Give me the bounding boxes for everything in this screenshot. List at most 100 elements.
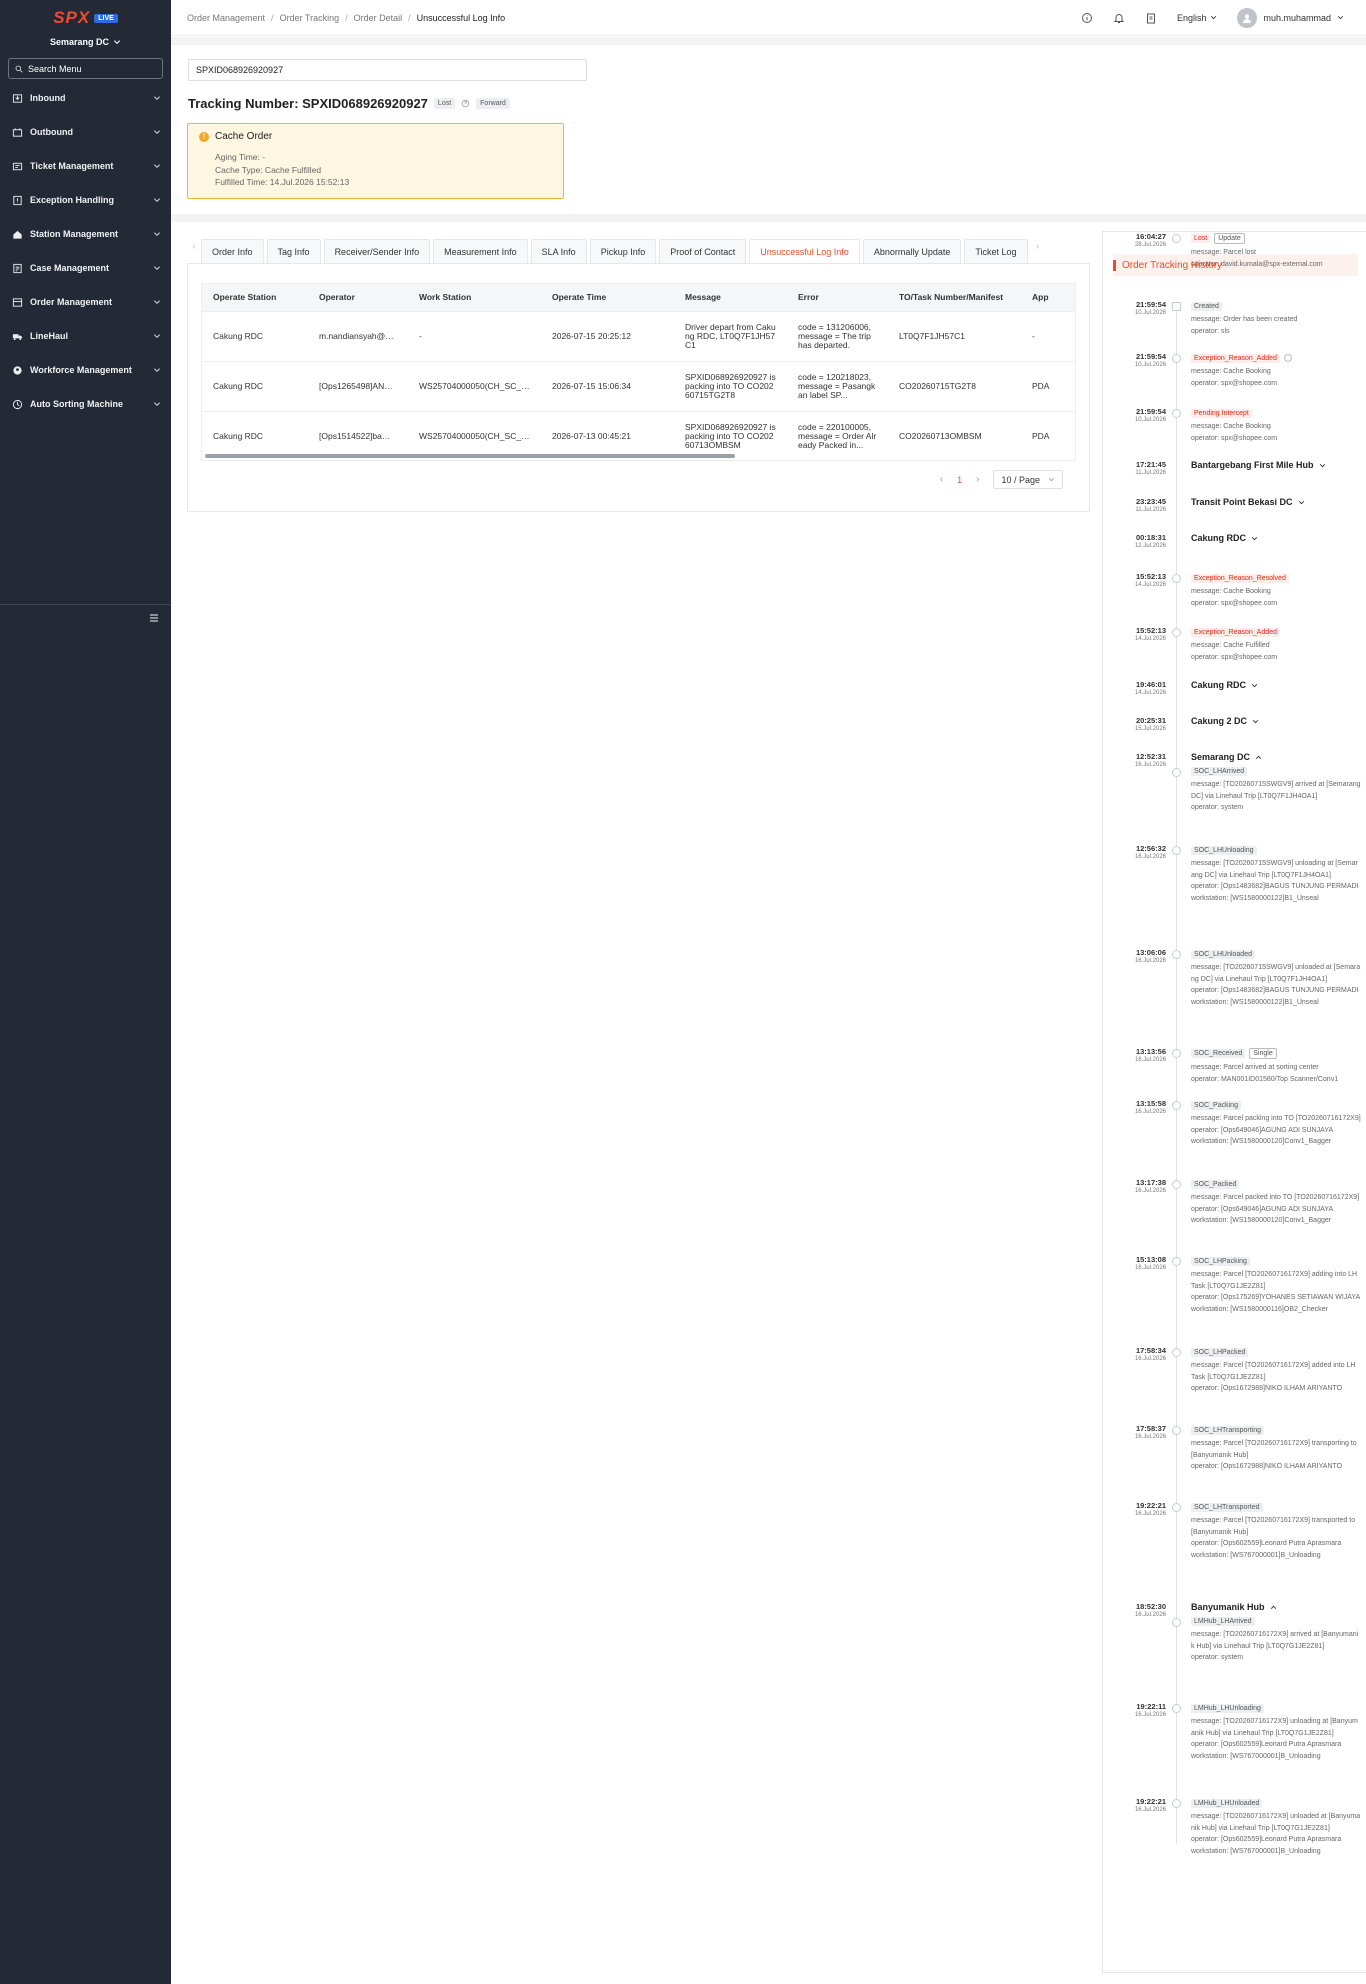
- table-header-row: Operate Station Operator Work Station Opera…: [202, 284, 1075, 311]
- menu-collapse-icon[interactable]: [148, 612, 160, 624]
- chevron-down-icon: [1048, 478, 1055, 482]
- bell-icon[interactable]: [1113, 12, 1125, 24]
- cache-title: Cache Order: [215, 131, 273, 142]
- status-badge: Lost: [433, 98, 456, 109]
- next-page-icon[interactable]: ›: [976, 474, 979, 485]
- sidebar-item-linehaul[interactable]: LineHaul: [0, 319, 171, 353]
- clipboard-icon[interactable]: [1145, 12, 1157, 24]
- sidebar-item-label: Outbound: [30, 127, 73, 137]
- sidebar-item-outbound[interactable]: Outbound: [0, 115, 171, 149]
- prev-page-icon[interactable]: ‹: [940, 474, 943, 485]
- cell-text: 2026-07-15 15:06:34: [552, 381, 631, 391]
- tab-unsuccessful-log-info[interactable]: Unsuccessful Log Info: [749, 239, 860, 263]
- live-badge: LIVE: [94, 13, 118, 23]
- tab-scroll-right-icon[interactable]: ›: [1031, 229, 1045, 263]
- event-tag: Exception_Reason_Added: [1191, 628, 1280, 637]
- chevron-down-icon: [153, 266, 161, 271]
- sidebar-item-inbound[interactable]: Inbound: [0, 81, 171, 115]
- timeline-dot-icon: [1172, 628, 1181, 637]
- event-message-line: workstation: [WS1580000122]B1_Unseal: [1191, 894, 1319, 902]
- station-selector[interactable]: Semarang DC: [0, 32, 171, 52]
- sidebar-item-label: Order Management: [30, 297, 113, 307]
- tracking-header: Tracking Number: SPXID068926920927 Lost …: [188, 96, 510, 111]
- event-date: 11.Jul.2026: [1135, 470, 1166, 476]
- sidebar-item-case-management[interactable]: Case Management: [0, 251, 171, 285]
- event-time: 13:15:58: [1135, 1099, 1166, 1108]
- event-message-line: operator: spx@shopee.com: [1191, 434, 1278, 442]
- event-message-line: message: Cache Booking: [1191, 423, 1271, 430]
- tab-ticket-log[interactable]: Ticket Log: [964, 239, 1028, 263]
- language-label: English: [1176, 12, 1207, 23]
- info-icon[interactable]: [1081, 12, 1093, 24]
- sidebar-item-station-management[interactable]: Station Management: [0, 217, 171, 251]
- event-date: 16.Jul.2026: [1134, 854, 1166, 860]
- event-message-line: message: [TO20260715SWGV9] unloaded at […: [1191, 964, 1361, 983]
- help-icon[interactable]: [461, 99, 470, 108]
- event-subtag: Single: [1249, 1048, 1277, 1059]
- page-size-select[interactable]: 10 / Page: [993, 470, 1063, 489]
- tab-tag-info[interactable]: Tag Info: [266, 239, 321, 263]
- menu-search-input[interactable]: Search Menu: [8, 58, 163, 79]
- tab-measurement-info[interactable]: Measurement Info: [433, 239, 528, 263]
- tab-proof-of-contact[interactable]: Proof of Contact: [659, 239, 747, 263]
- timeline-dot-icon: [1172, 1257, 1181, 1266]
- logo[interactable]: SPX LIVE: [0, 0, 171, 32]
- tab-receiver-sender-info[interactable]: Receiver/Sender Info: [323, 239, 431, 263]
- station-group-header[interactable]: Semarang DC: [1191, 752, 1361, 762]
- event-message: message: Parcel [TO20260716172X9] added …: [1191, 1360, 1361, 1395]
- sidebar-item-order-management[interactable]: Order Management: [0, 285, 171, 319]
- event-tag: SOC_Packed: [1191, 1180, 1240, 1189]
- sidebar-item-ticket-management[interactable]: Ticket Management: [0, 149, 171, 183]
- station-group-header[interactable]: Banyumanik Hub: [1191, 1602, 1361, 1612]
- event-message-line: workstation: [WS1580000116]OB2_Checker: [1191, 1305, 1328, 1313]
- fulfilled-time: Fulfilled Time: 14.Jul.2026 15:52:13: [215, 177, 350, 187]
- breadcrumb-item[interactable]: Order Tracking: [280, 13, 340, 23]
- event-message: message: Parcel packed into TO [TO202607…: [1191, 1192, 1361, 1227]
- breadcrumb: Order Management / Order Tracking / Order …: [187, 12, 506, 23]
- event-date: 16.Jul.2026: [1134, 1807, 1166, 1813]
- station-group-header[interactable]: Cakung RDC: [1191, 533, 1361, 543]
- horizontal-scrollbar[interactable]: [205, 454, 735, 458]
- language-selector[interactable]: English: [1177, 13, 1218, 23]
- user-menu[interactable]: muh.muhammad: [1237, 7, 1344, 28]
- sidebar-item-workforce-management[interactable]: Workforce Management: [0, 353, 171, 387]
- cell-text: Driver depart from Cakung RDC, LT0Q7F1JH…: [685, 322, 776, 350]
- sidebar-item-exception-handling[interactable]: Exception Handling: [0, 183, 171, 217]
- event-message-line: operator: [Ops649046]AGUNG ADI SUNJAYA: [1191, 1126, 1334, 1134]
- event-body: Exception_Reason_Added message: Cache Ful…: [1191, 626, 1361, 663]
- event-message: message: [TO20260716172X9] unloaded at […: [1191, 1811, 1361, 1857]
- username: muh.muhammad: [1263, 12, 1331, 23]
- table-cell: WS25704000050(CH_SC_S...: [408, 360, 541, 411]
- tab-sla-info[interactable]: SLA Info: [530, 239, 587, 263]
- column-header: Error: [787, 284, 888, 311]
- cell-text: 2026-07-15 20:25:12: [552, 331, 631, 341]
- tab-scroll-left-icon[interactable]: ‹: [187, 229, 201, 263]
- tab-abnormally-update[interactable]: Abnormally Update: [862, 239, 962, 263]
- tab-pickup-info[interactable]: Pickup Info: [589, 239, 657, 263]
- sidebar-item-auto-sorting-machine[interactable]: Auto Sorting Machine: [0, 387, 171, 421]
- event-date: 14.Jul.2026: [1134, 636, 1166, 642]
- station-name: Cakung 2 DC: [1191, 716, 1248, 726]
- timeline-line: [1176, 304, 1177, 1844]
- station-group-header[interactable]: Transit Point Bekasi DC: [1191, 497, 1361, 507]
- help-icon[interactable]: [1283, 353, 1292, 362]
- breadcrumb-item[interactable]: Order Management: [187, 13, 265, 23]
- event-date: 10.Jul.2026: [1134, 310, 1166, 316]
- event-time: 15:52:13: [1135, 572, 1166, 581]
- chevron-down-icon: [153, 232, 161, 237]
- tab-order-info[interactable]: Order Info: [201, 239, 264, 263]
- page-number[interactable]: 1: [957, 475, 962, 485]
- cell-text: -: [1032, 331, 1035, 341]
- cell-text: PDA: [1032, 381, 1050, 391]
- event-time: 00:18:31: [1135, 533, 1166, 542]
- event-message: message: Cache Booking operator: spx@shop…: [1191, 421, 1361, 444]
- station-group-header[interactable]: Cakung 2 DC: [1191, 716, 1361, 726]
- tracking-search-input[interactable]: SPXID068926920927: [188, 59, 587, 81]
- event-message-line: operator: system: [1191, 804, 1244, 811]
- station-group-header[interactable]: Cakung RDC: [1191, 680, 1361, 690]
- timeline-dot-icon: [1172, 1799, 1181, 1808]
- event-message-line: operator: MAN001ID01580/Top Scanner/Conv…: [1191, 1075, 1339, 1083]
- station-group-header[interactable]: Bantargebang First Mile Hub: [1191, 460, 1361, 470]
- breadcrumb-item[interactable]: Order Detail: [354, 13, 403, 23]
- cell-text: WS25704000050(CH_SC_S...: [419, 431, 530, 441]
